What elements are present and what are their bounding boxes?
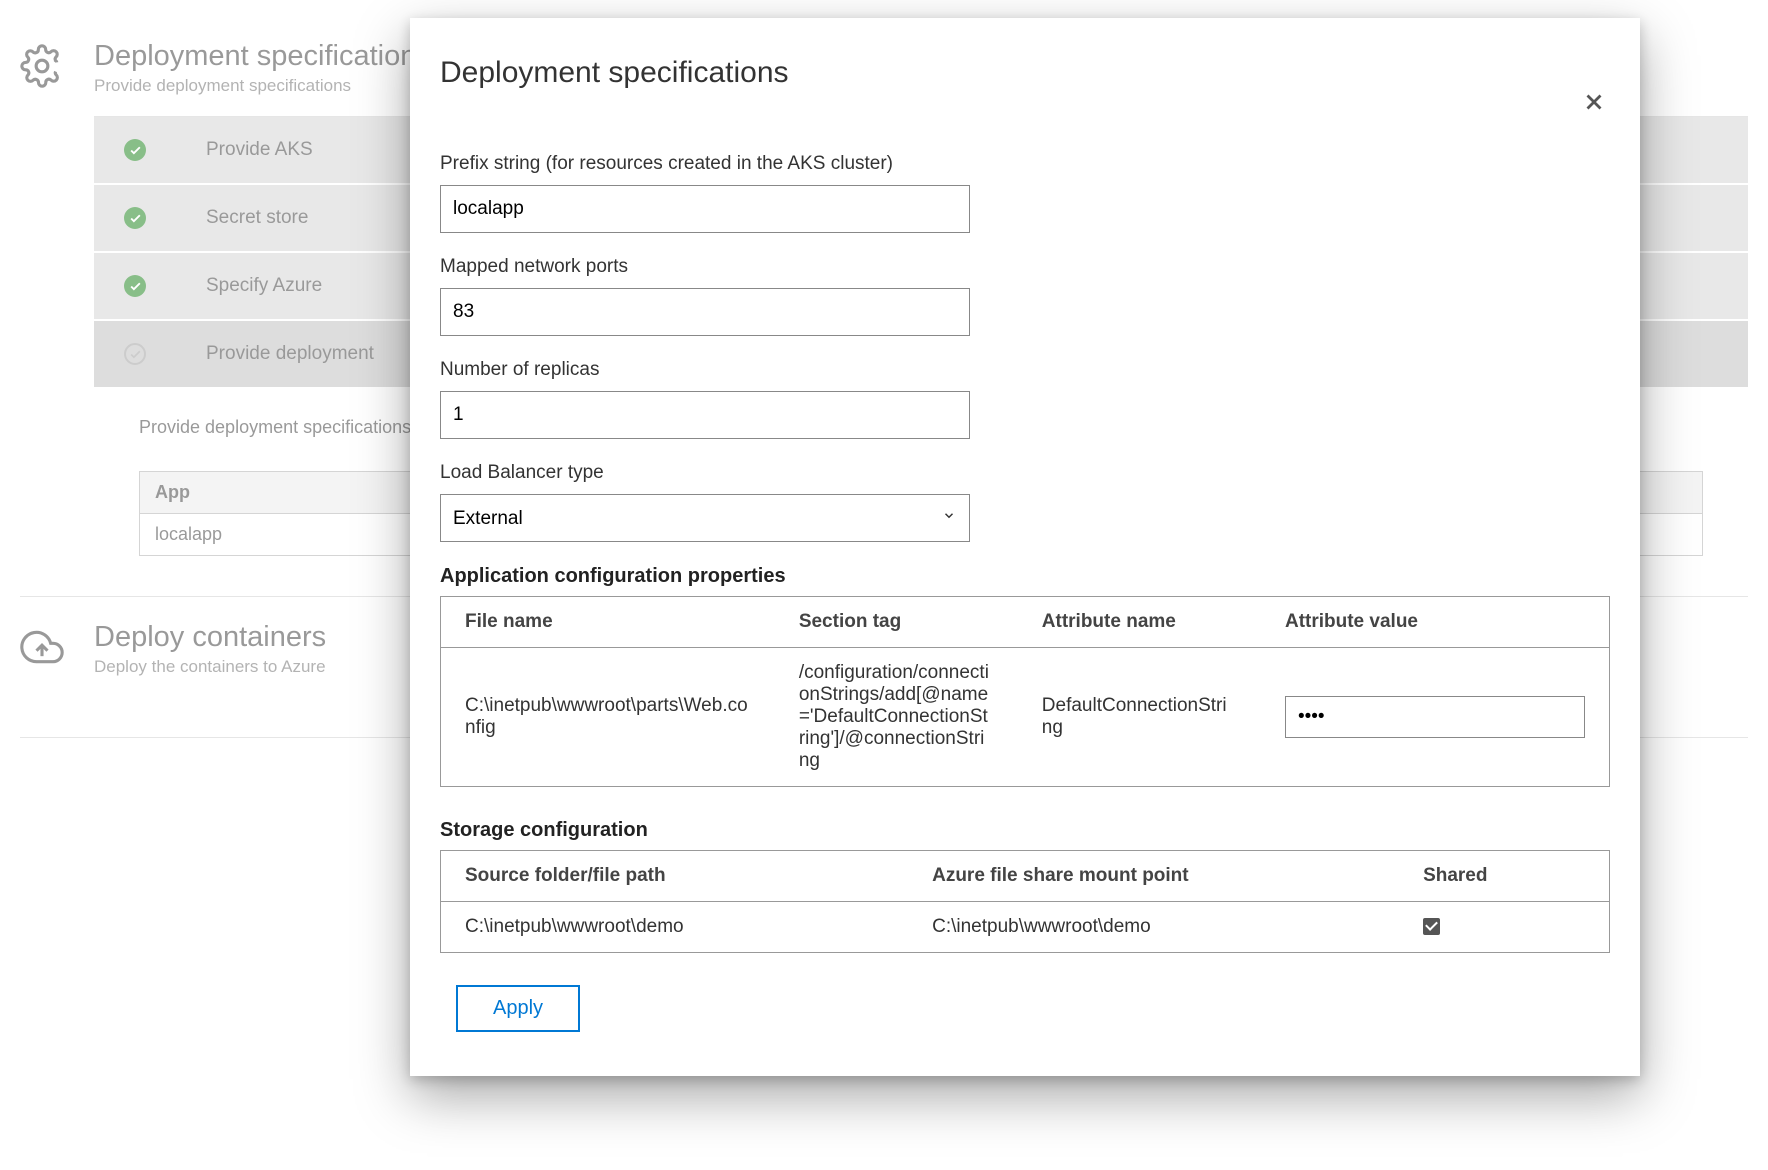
- cell-attrname: DefaultConnectionString: [1018, 648, 1261, 787]
- col-header-attrvalue: Attribute value: [1261, 597, 1610, 648]
- close-icon: [1581, 89, 1607, 115]
- table-row: C:\inetpub\wwwroot\demo C:\inetpub\wwwro…: [441, 902, 1610, 953]
- ports-input[interactable]: [440, 288, 970, 336]
- replicas-label: Number of replicas: [440, 359, 1610, 381]
- storage-config-table: Source folder/file path Azure file share…: [440, 850, 1610, 953]
- app-config-table: File name Section tag Attribute name Att…: [440, 596, 1610, 787]
- shared-checkbox[interactable]: [1423, 918, 1440, 935]
- attr-value-input[interactable]: [1285, 696, 1585, 738]
- col-header-attrname: Attribute name: [1018, 597, 1261, 648]
- col-header-mount: Azure file share mount point: [908, 851, 1399, 902]
- col-header-sectiontag: Section tag: [775, 597, 1018, 648]
- app-config-title: Application configuration properties: [440, 565, 1610, 588]
- cell-shared: [1399, 902, 1609, 953]
- ports-label: Mapped network ports: [440, 256, 1610, 278]
- col-header-shared: Shared: [1399, 851, 1609, 902]
- cell-filename: C:\inetpub\wwwroot\parts\Web.config: [441, 648, 775, 787]
- cell-sectiontag: /configuration/connectionStrings/add[@na…: [775, 648, 1018, 787]
- lb-select[interactable]: External: [440, 494, 970, 542]
- deployment-spec-modal: Deployment specifications Prefix string …: [410, 18, 1640, 1076]
- table-row: C:\inetpub\wwwroot\parts\Web.config /con…: [441, 648, 1610, 787]
- lb-label: Load Balancer type: [440, 462, 1610, 484]
- close-button[interactable]: [1578, 86, 1610, 118]
- replicas-input[interactable]: [440, 391, 970, 439]
- col-header-filename: File name: [441, 597, 775, 648]
- cell-source: C:\inetpub\wwwroot\demo: [441, 902, 909, 953]
- cell-mount: C:\inetpub\wwwroot\demo: [908, 902, 1399, 953]
- cell-attrvalue: [1261, 648, 1610, 787]
- col-header-source: Source folder/file path: [441, 851, 909, 902]
- modal-title: Deployment specifications: [440, 56, 789, 90]
- prefix-input[interactable]: [440, 185, 970, 233]
- prefix-label: Prefix string (for resources created in …: [440, 153, 1610, 175]
- storage-config-title: Storage configuration: [440, 819, 1610, 842]
- apply-button[interactable]: Apply: [456, 985, 580, 1032]
